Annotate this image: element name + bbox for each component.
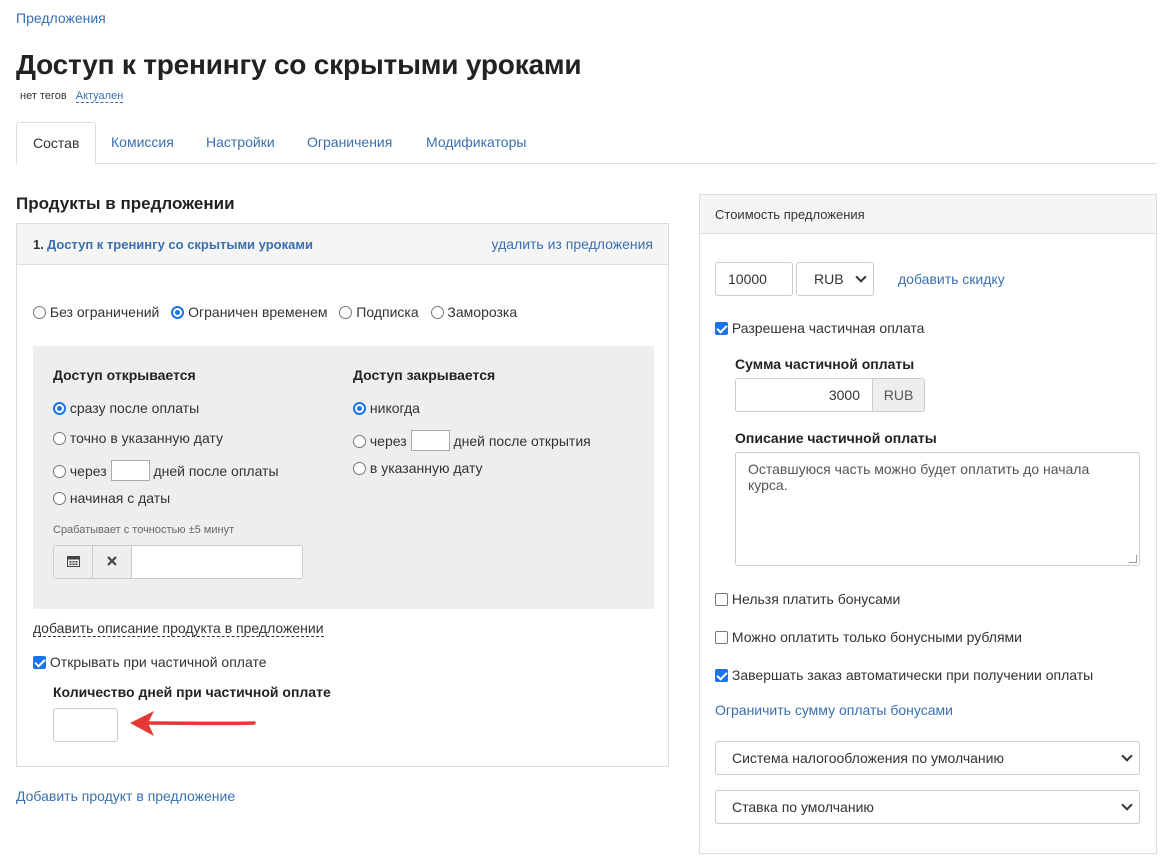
price-panel: Стоимость предложения 10000 RUB добавить…	[699, 194, 1157, 854]
partial-days-label: Количество дней при частичной оплате	[53, 684, 331, 700]
vat-rate-select[interactable]: Ставка по умолчанию	[715, 790, 1140, 824]
calendar-button[interactable]	[54, 546, 93, 578]
product-panel: 1. Доступ к тренингу со скрытыми уроками…	[16, 223, 669, 767]
opens-from-date-option[interactable]: начиная с даты	[53, 490, 170, 506]
access-type-freeze[interactable]: Заморозка	[430, 304, 517, 320]
partial-description-text: Оставшуюся часть можно будет оплатить до…	[748, 461, 1090, 493]
offer-meta: нет тегов Актуален	[20, 90, 124, 103]
tax-system-select[interactable]: Система налогообложения по умолчанию	[715, 741, 1140, 775]
limit-bonus-payment-link[interactable]: Ограничить сумму оплаты бонусами	[715, 702, 953, 718]
tab-commission[interactable]: Комиссия	[95, 122, 190, 164]
opens-exact-date-option[interactable]: точно в указанную дату	[53, 430, 223, 446]
closes-never-option[interactable]: никогда	[353, 400, 420, 416]
only-bonuses-checkbox-row[interactable]: Можно оплатить только бонусными рублями	[715, 629, 1022, 645]
no-bonuses-checkbox-row[interactable]: Нельзя платить бонусами	[715, 591, 900, 607]
breadcrumb-offers-link[interactable]: Предложения	[16, 10, 106, 26]
checkbox-icon[interactable]	[715, 631, 728, 644]
price-amount-input[interactable]: 10000	[715, 262, 793, 296]
partial-currency-addon: RUB	[872, 378, 925, 412]
radio-selected-icon[interactable]	[53, 402, 66, 415]
radio-icon[interactable]	[33, 306, 46, 319]
open-on-partial-checkbox-row[interactable]: Открывать при частичной оплате	[33, 654, 267, 670]
opens-after-payment-option[interactable]: сразу после оплаты	[53, 400, 199, 416]
chevron-down-icon	[1121, 799, 1133, 811]
status-link[interactable]: Актуален	[75, 90, 124, 103]
closes-date-option[interactable]: в указанную дату	[353, 460, 483, 476]
opens-after-days-option[interactable]: через дней после оплаты	[53, 460, 279, 481]
partial-sum-label: Сумма частичной оплаты	[735, 356, 915, 372]
product-name-link[interactable]: Доступ к тренингу со скрытыми уроками	[47, 237, 313, 252]
add-product-description-link[interactable]: добавить описание продукта в предложении	[33, 620, 324, 637]
radio-selected-icon[interactable]	[353, 402, 366, 415]
radio-icon[interactable]	[53, 492, 66, 505]
radio-selected-icon[interactable]	[171, 306, 185, 319]
radio-icon[interactable]	[339, 306, 353, 319]
resize-handle-icon[interactable]	[1129, 555, 1137, 563]
date-input[interactable]	[132, 546, 302, 578]
closes-days-input[interactable]	[410, 430, 450, 451]
products-section-title: Продукты в предложении	[16, 194, 235, 213]
checkbox-checked-icon[interactable]	[715, 322, 728, 335]
partial-sum-input[interactable]: 3000	[735, 378, 873, 412]
tab-restrictions[interactable]: Ограничения	[291, 122, 408, 164]
tab-composition[interactable]: Состав	[16, 122, 97, 165]
price-panel-heading: Стоимость предложения	[700, 195, 1156, 234]
radio-icon[interactable]	[353, 462, 366, 475]
closes-after-days-option[interactable]: через дней после открытия	[353, 430, 591, 451]
page-title: Доступ к тренингу со скрытыми уроками	[16, 49, 582, 80]
currency-select-value: RUB	[814, 271, 844, 287]
tax-system-value: Система налогообложения по умолчанию	[732, 750, 1004, 766]
date-picker-group	[53, 545, 303, 579]
currency-select[interactable]: RUB	[796, 262, 874, 296]
access-type-group: Без ограничений Ограничен временем Подпи…	[33, 304, 517, 320]
chevron-down-icon	[855, 271, 867, 283]
add-product-link[interactable]: Добавить продукт в предложение	[16, 788, 235, 804]
chevron-down-icon	[1121, 750, 1133, 762]
tab-settings[interactable]: Настройки	[190, 122, 291, 164]
checkbox-checked-icon[interactable]	[33, 656, 46, 669]
checkbox-checked-icon[interactable]	[715, 669, 728, 682]
radio-icon[interactable]	[430, 306, 444, 319]
partial-description-label: Описание частичной оплаты	[735, 430, 937, 446]
partial-allowed-checkbox-row[interactable]: Разрешена частичная оплата	[715, 320, 924, 336]
remove-from-offer-link[interactable]: удалить из предложения	[492, 236, 653, 252]
access-closes-heading: Доступ закрывается	[353, 367, 496, 383]
vat-rate-value: Ставка по умолчанию	[732, 799, 874, 815]
partial-description-textarea[interactable]: Оставшуюся часть можно будет оплатить до…	[735, 452, 1140, 566]
tab-modifiers[interactable]: Модификаторы	[410, 122, 542, 164]
access-period-box: Доступ открывается сразу после оплаты то…	[33, 346, 654, 609]
radio-icon[interactable]	[353, 435, 366, 448]
close-icon	[107, 556, 117, 566]
product-number: 1.	[33, 237, 44, 252]
add-discount-link[interactable]: добавить скидку	[898, 271, 1005, 287]
checkbox-icon[interactable]	[715, 593, 728, 606]
access-opens-heading: Доступ открывается	[53, 367, 196, 383]
red-arrow-annotation	[130, 711, 256, 736]
product-header: 1. Доступ к тренингу со скрытыми уроками…	[17, 224, 668, 265]
tab-bar: Состав Комиссия Настройки Ограничения Мо…	[16, 122, 1157, 165]
partial-days-input[interactable]	[53, 708, 118, 742]
tags-label: нет тегов	[20, 90, 67, 102]
opens-days-input[interactable]	[110, 460, 150, 481]
radio-icon[interactable]	[53, 432, 66, 445]
precision-hint: Срабатывает с точностью ±5 минут	[53, 524, 235, 536]
calendar-icon	[66, 556, 80, 567]
access-type-unlimited[interactable]: Без ограничений	[33, 304, 159, 320]
access-type-time-limited[interactable]: Ограничен временем	[171, 304, 328, 320]
auto-complete-checkbox-row[interactable]: Завершать заказ автоматически при получе…	[715, 667, 1093, 683]
access-type-subscription[interactable]: Подписка	[339, 304, 419, 320]
radio-icon[interactable]	[53, 465, 66, 478]
clear-date-button[interactable]	[93, 546, 132, 578]
